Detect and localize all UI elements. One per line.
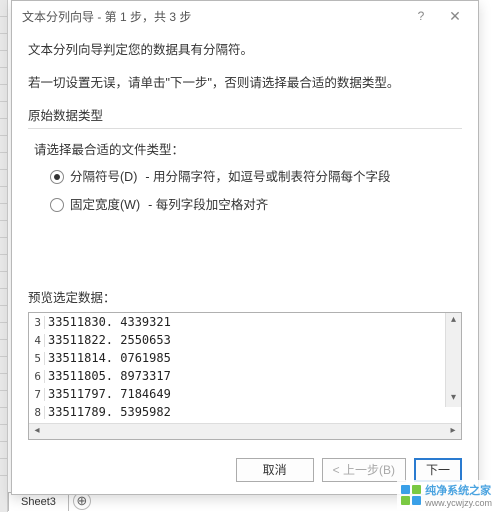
radio-fixed-width[interactable]: 固定宽度(W) - 每列字段加空格对齐	[50, 196, 456, 214]
radio-icon	[50, 198, 64, 212]
original-data-type-group: 原始数据类型 请选择最合适的文件类型： 分隔符号(D) - 用分隔字符，如逗号或…	[28, 105, 462, 230]
radio-icon	[50, 170, 64, 184]
horizontal-scrollbar[interactable]: ◂ ▸	[29, 423, 461, 439]
watermark-url: www.ycwjzy.com	[425, 498, 492, 508]
preview-grid: 333511830. 4339321 433511822. 2550653 53…	[29, 313, 461, 423]
titlebar: 文本分列向导 - 第 1 步，共 3 步 ? ✕	[12, 1, 478, 31]
close-icon[interactable]: ✕	[438, 5, 472, 27]
scroll-right-icon[interactable]: ▸	[445, 424, 461, 439]
text-import-wizard-dialog: 文本分列向导 - 第 1 步，共 3 步 ? ✕ 文本分列向导判定您的数据具有分…	[11, 0, 479, 495]
radio-delimited-label: 分隔符号(D)	[70, 168, 137, 186]
watermark-text: 纯净系统之家	[425, 482, 492, 498]
preview-legend: 预览选定数据：	[28, 287, 462, 306]
preview-row: 333511830. 4339321	[29, 313, 461, 331]
preview-row: 533511814. 0761985	[29, 349, 461, 367]
intro-text-1: 文本分列向导判定您的数据具有分隔符。	[28, 39, 462, 58]
preview-row: 733511797. 7184649	[29, 385, 461, 403]
back-button: < 上一步(B)	[322, 458, 406, 482]
radio-fixed-desc: - 每列字段加空格对齐	[148, 196, 268, 214]
intro-text-2: 若一切设置无误，请单击"下一步"，否则请选择最合适的数据类型。	[28, 72, 462, 91]
watermark: 纯净系统之家 www.ycwjzy.com	[397, 480, 496, 510]
radio-delimited[interactable]: 分隔符号(D) - 用分隔字符，如逗号或制表符分隔每个字段	[50, 168, 456, 186]
radio-delimited-desc: - 用分隔字符，如逗号或制表符分隔每个字段	[145, 168, 390, 186]
file-type-prompt: 请选择最合适的文件类型：	[34, 139, 456, 158]
scroll-left-icon[interactable]: ◂	[29, 424, 45, 439]
row-headers	[0, 0, 8, 512]
vertical-scrollbar[interactable]: ▴ ▾	[445, 313, 461, 407]
preview-row: 833511789. 5395982	[29, 403, 461, 421]
scroll-up-icon[interactable]: ▴	[446, 313, 461, 329]
scroll-down-icon[interactable]: ▾	[446, 391, 461, 407]
preview-row: 433511822. 2550653	[29, 331, 461, 349]
preview-section: 预览选定数据： 333511830. 4339321 433511822. 25…	[28, 287, 462, 440]
next-button[interactable]: 下一	[414, 458, 462, 482]
cancel-button[interactable]: 取消	[236, 458, 314, 482]
preview-box: 333511830. 4339321 433511822. 2550653 53…	[28, 312, 462, 440]
preview-row: 633511805. 8973317	[29, 367, 461, 385]
watermark-logo-icon	[401, 485, 421, 505]
help-icon[interactable]: ?	[404, 5, 438, 27]
dialog-title: 文本分列向导 - 第 1 步，共 3 步	[22, 8, 404, 25]
radio-fixed-label: 固定宽度(W)	[70, 196, 140, 214]
group-legend: 原始数据类型	[28, 105, 462, 124]
